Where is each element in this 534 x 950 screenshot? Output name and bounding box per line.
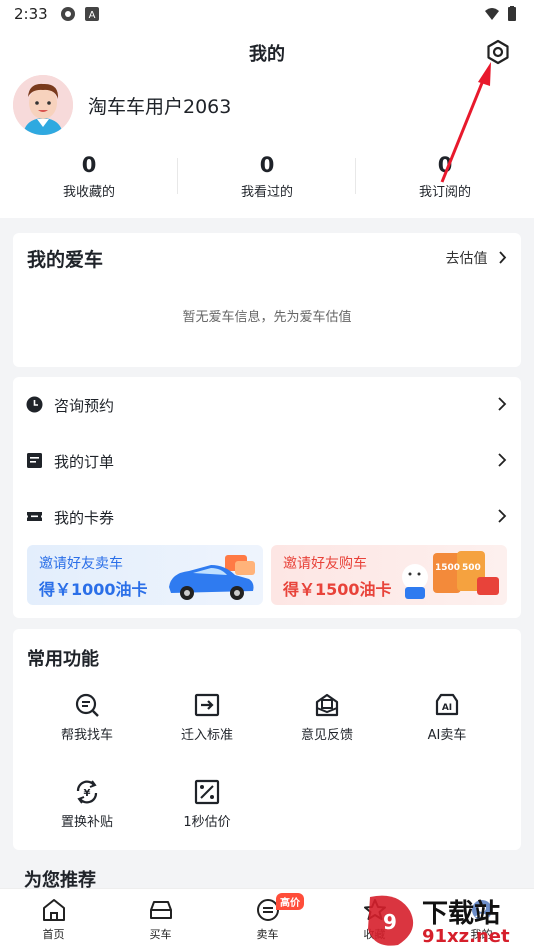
invite-buy-title: 邀请好友购车 xyxy=(283,556,367,572)
clock-icon xyxy=(26,396,43,413)
car-illustration xyxy=(169,555,255,600)
invite-sell-title: 邀请好友卖车 xyxy=(39,556,123,572)
invite-buy-reward: 得￥1500油卡 xyxy=(283,580,392,599)
menu-item-label: 我的订单 xyxy=(54,453,115,471)
services-card: 咨询预约 我的订单 我的卡券 邀请好友卖车 得￥1000油卡 邀请好友购车 得￥… xyxy=(13,377,521,618)
chevron-right-icon xyxy=(498,453,507,467)
stat-favorites[interactable]: 0 我收藏的 xyxy=(0,153,178,200)
feedback-icon xyxy=(315,693,339,717)
chevron-right-icon xyxy=(498,509,507,523)
nav-home[interactable]: 首页 xyxy=(0,897,107,942)
svg-text:9: 9 xyxy=(383,910,397,934)
my-car-title: 我的爱车 xyxy=(27,249,104,271)
feature-exchange-subsidy[interactable]: ¥ 置换补贴 xyxy=(27,779,147,830)
nav-buy-car[interactable]: 买车 xyxy=(107,897,214,942)
ai-sell-icon: AI xyxy=(435,693,459,716)
svg-text:A: A xyxy=(89,10,96,21)
estimate-icon xyxy=(194,779,220,805)
stat-favorites-count: 0 xyxy=(81,153,97,177)
move-in-icon xyxy=(194,693,220,717)
stat-subscribed-count: 0 xyxy=(437,153,453,177)
order-icon xyxy=(27,453,42,468)
status-bar: 2:33 A xyxy=(0,0,534,28)
gift-illustration xyxy=(402,551,499,599)
settings-icon[interactable] xyxy=(484,38,512,66)
site-watermark: 9 下载站 91xz.net xyxy=(364,893,532,949)
invite-buy-banner[interactable]: 邀请好友购车 得￥1500油卡 1500 500 xyxy=(271,545,507,605)
feature-label: 帮我找车 xyxy=(60,728,113,743)
feature-ai-sell[interactable]: AI AI卖车 xyxy=(387,692,507,743)
feature-quick-estimate[interactable]: 1秒估价 xyxy=(147,779,267,830)
nav-label: 首页 xyxy=(42,928,65,941)
stat-subscribed[interactable]: 0 我订阅的 xyxy=(356,153,534,200)
my-car-card: 我的爱车 去估值 暂无爱车信息，先为爱车估值 xyxy=(13,233,521,367)
status-time: 2:33 xyxy=(14,5,48,23)
menu-item-label: 我的卡券 xyxy=(54,509,115,527)
search-car-icon xyxy=(75,693,99,717)
menu-item-coupons[interactable]: 我的卡券 xyxy=(13,502,521,532)
features-card: 常用功能 帮我找车 迁入标准 意见反馈 AI AI卖车 ¥ 置换补贴 1秒估价 xyxy=(13,629,521,850)
stat-subscribed-label: 我订阅的 xyxy=(418,185,471,200)
avatar-illustration xyxy=(13,75,73,135)
buy-car-icon xyxy=(149,901,172,919)
wifi-icon xyxy=(485,8,499,20)
nav-label: 卖车 xyxy=(256,928,279,941)
ticket-icon xyxy=(27,512,42,521)
avatar[interactable] xyxy=(13,75,73,135)
my-car-empty-tip: 暂无爱车信息，先为爱车估值 xyxy=(182,310,352,325)
battery-icon xyxy=(508,6,516,21)
invite-sell-banner[interactable]: 邀请好友卖车 得￥1000油卡 xyxy=(27,545,263,605)
go-value-label: 去估值 xyxy=(445,251,488,267)
menu-item-label: 咨询预约 xyxy=(54,397,115,415)
page-title: 我的 xyxy=(249,44,285,65)
svg-text:¥: ¥ xyxy=(84,788,91,799)
high-price-badge: 高价 xyxy=(276,893,304,910)
stat-favorites-label: 我收藏的 xyxy=(62,185,115,200)
feature-label: 1秒估价 xyxy=(183,815,231,830)
svg-text:AI: AI xyxy=(442,703,452,713)
coupon-500: 500 xyxy=(462,563,481,573)
home-icon xyxy=(42,899,65,921)
watermark-text-a: 下载站 xyxy=(422,899,501,929)
chevron-right-icon xyxy=(498,397,507,411)
exchange-icon: ¥ xyxy=(76,780,98,804)
stat-viewed-count: 0 xyxy=(259,153,275,177)
feature-feedback[interactable]: 意见反馈 xyxy=(267,692,387,743)
feature-label: 置换补贴 xyxy=(60,815,113,830)
feature-label: 迁入标准 xyxy=(180,728,233,743)
features-title: 常用功能 xyxy=(27,649,99,670)
chevron-right-icon xyxy=(499,251,507,264)
feature-move-in[interactable]: 迁入标准 xyxy=(147,692,267,743)
coupon-1500: 1500 xyxy=(435,563,461,573)
username[interactable]: 淘车车用户2063 xyxy=(88,92,231,119)
watermark-text-b: 91xz.net xyxy=(422,926,510,947)
app-status-icon xyxy=(61,7,75,21)
go-value-link[interactable]: 去估值 xyxy=(446,248,507,268)
feature-label: 意见反馈 xyxy=(300,728,353,743)
menu-item-consult[interactable]: 咨询预约 xyxy=(13,390,521,420)
feature-find-car[interactable]: 帮我找车 xyxy=(27,692,147,743)
nav-sell-car[interactable]: 卖车 高价 xyxy=(214,893,321,942)
stat-viewed[interactable]: 0 我看过的 xyxy=(178,153,356,200)
feature-label: AI卖车 xyxy=(427,728,467,743)
notification-a-icon: A xyxy=(85,7,99,21)
invite-sell-reward: 得￥1000油卡 xyxy=(39,580,148,599)
nav-label: 买车 xyxy=(149,928,172,941)
stat-viewed-label: 我看过的 xyxy=(240,185,293,200)
menu-item-orders[interactable]: 我的订单 xyxy=(13,446,521,476)
